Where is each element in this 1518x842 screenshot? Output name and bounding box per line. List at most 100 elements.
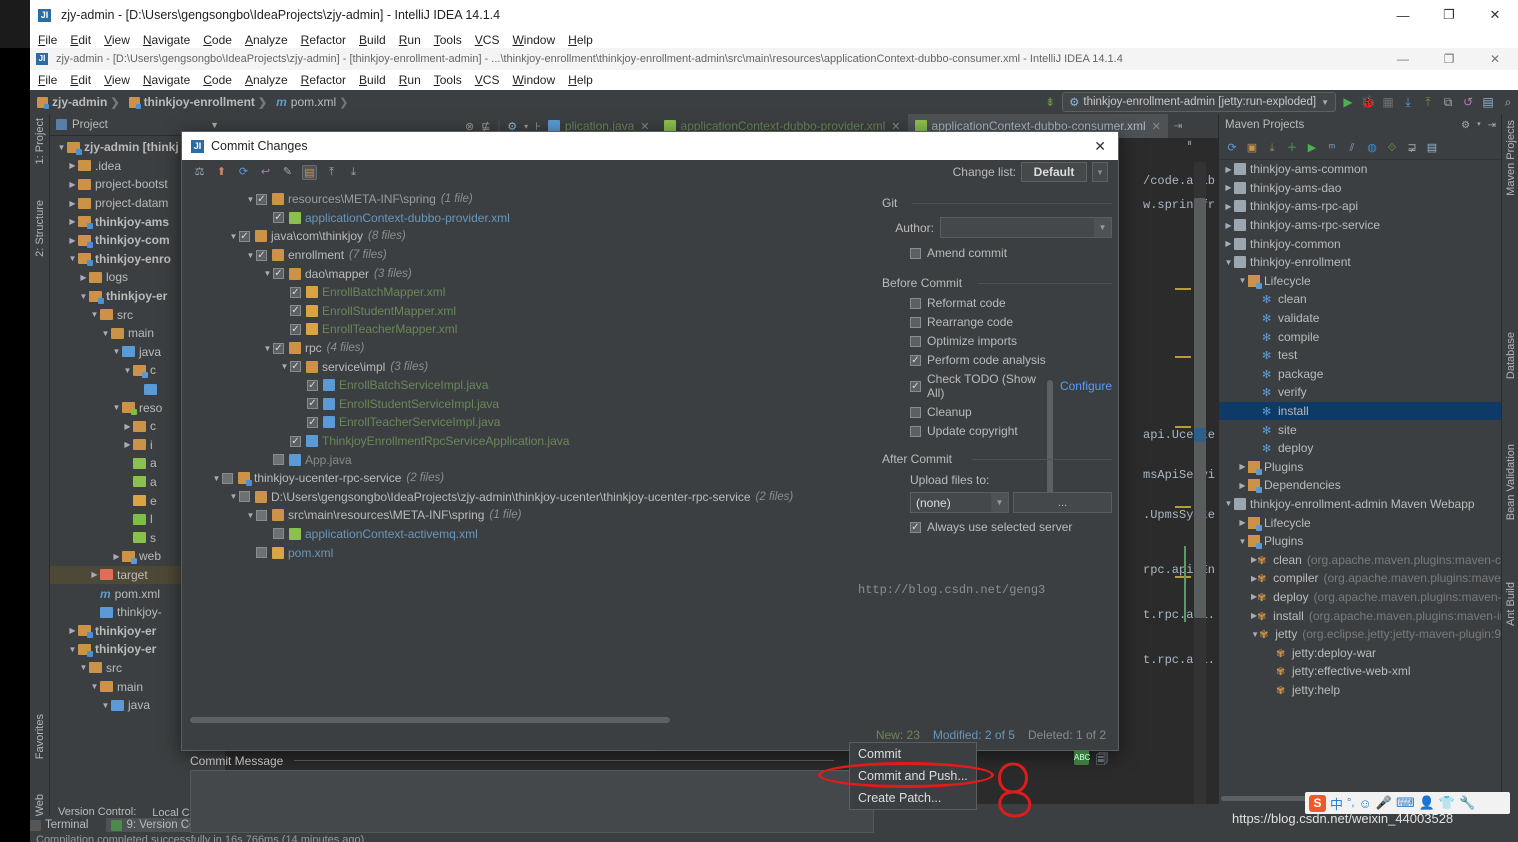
group-by-directory-icon[interactable]: ▤ [302,164,317,180]
maven-tree-row[interactable]: ▼ thinkjoy-enrollment [1219,253,1501,272]
maven-tree-row[interactable]: ✾ jetty:deploy-war [1219,643,1501,662]
maven-tree-row[interactable]: ✻ test [1219,346,1501,365]
change-checkbox[interactable] [307,398,318,410]
tree-expand-arrow[interactable]: ▼ [100,701,111,710]
maven-tree-row[interactable]: ✻ package [1219,365,1501,384]
change-checkbox[interactable] [256,193,267,205]
before-commit-option[interactable]: Perform code analysis [910,353,1112,367]
maven-tree-row[interactable]: ▶ Lifecycle [1219,513,1501,532]
strip-item-database[interactable]: Database [1505,332,1517,379]
before-commit-option[interactable]: Reformat code [910,296,1112,310]
strip-item-maven[interactable]: Maven Projects [1505,120,1517,196]
vcs-update-icon[interactable]: ⤓ [1400,93,1416,111]
chevron-down-icon[interactable]: ▼ [1094,218,1111,237]
add-icon[interactable]: ＋ [1285,141,1299,155]
change-tree-row[interactable]: ▼ service\impl (3 files) [190,357,870,376]
tree-expand-arrow[interactable]: ▼ [67,645,78,654]
ime-mode-icon[interactable]: 中 [1330,794,1343,813]
tree-expand-arrow[interactable]: ▼ [111,403,122,412]
change-checkbox[interactable] [290,323,301,335]
strip-item-ant-build[interactable]: Ant Build [1505,582,1517,626]
tab-overflow-icon[interactable]: ⇥ [1174,121,1182,132]
maven-settings-icon[interactable]: ▤ [1425,141,1439,155]
maven-tree-row[interactable]: ▶ Dependencies [1219,476,1501,495]
maven-tree-row[interactable]: ▶ ✾ clean (org.apache.maven.plugins:maven-c… [1219,550,1501,569]
hide-icon[interactable]: ⇥ [1488,120,1496,131]
menu-item-commit-and-push[interactable]: Commit and Push... [850,765,976,787]
breadcrumb-item-1[interactable]: thinkjoy-enrollment ❯ [126,95,274,109]
change-tree-row[interactable]: App.java [190,450,870,469]
menu-edit[interactable]: Edit [70,73,91,87]
emoji-icon[interactable]: ☺ [1358,796,1371,811]
chevron-down-icon[interactable]: ▼ [1092,162,1108,182]
change-tree-row[interactable]: ▼ D:\Users\gengsongbo\IdeaProjects\zjy-ad… [190,488,870,507]
tree-expand-arrow[interactable]: ▶ [89,570,100,579]
tree-expand-arrow[interactable]: ▼ [228,232,239,241]
change-checkbox[interactable] [256,249,267,261]
change-tree-row[interactable]: EnrollBatchServiceImpl.java [190,376,870,395]
reload-icon[interactable]: ⟳ [1225,141,1239,155]
maven-tree-row[interactable]: ▶ ✾ install (org.apache.maven.plugins:maven… [1219,606,1501,625]
menu-analyze[interactable]: Analyze [245,73,288,87]
collapse-all-icon[interactable]: ⤓ [346,165,361,180]
download-sources-icon[interactable]: ⤓ [1265,141,1279,155]
menu-run[interactable]: Run [399,73,421,87]
keyboard-icon[interactable]: ⌨ [1396,795,1415,811]
tree-expand-arrow[interactable]: ▼ [100,329,111,338]
change-checkbox[interactable] [256,547,267,559]
strip-item-bean-validation[interactable]: Bean Validation [1505,444,1517,520]
maven-tree-row[interactable]: ▶ Plugins [1219,458,1501,477]
tree-expand-arrow[interactable]: ▼ [78,292,89,301]
changes-tree[interactable]: ▼ resources\META-INF\spring (1 file) applic… [190,190,870,720]
refresh-icon[interactable]: ⟳ [236,165,251,180]
tree-expand-arrow[interactable]: ▶ [122,440,133,449]
change-list-value[interactable]: Default [1021,162,1087,182]
menu-build[interactable]: Build [359,73,386,87]
tree-expand-arrow[interactable]: ▶ [1237,518,1248,527]
tree-expand-arrow[interactable]: ▼ [245,511,256,520]
change-checkbox[interactable] [239,230,250,242]
inner-minimize-button[interactable]: — [1380,48,1426,70]
change-checkbox[interactable] [273,268,284,280]
close-button[interactable]: ✕ [1472,0,1518,30]
maven-tree-row[interactable]: ▶ ✾ deploy (org.apache.maven.plugins:maven-… [1219,588,1501,607]
tree-expand-arrow[interactable]: ▶ [67,217,78,226]
run-icon[interactable]: ▶ [1340,93,1356,111]
minimize-button[interactable]: — [1380,0,1426,30]
change-checkbox[interactable] [273,528,284,540]
undo-icon[interactable]: ↺ [1460,93,1476,111]
before-commit-option[interactable]: Optimize imports [910,334,1112,348]
menu-navigate[interactable]: Navigate [143,33,190,47]
chevron-down-icon[interactable]: ▾ [1477,120,1481,131]
menu-tools[interactable]: Tools [434,73,462,87]
strip-item-project[interactable]: 1: Project [34,118,46,164]
editor-scrollbar-thumb[interactable] [1194,198,1206,618]
change-checkbox[interactable] [290,361,301,373]
change-checkbox[interactable] [256,509,267,521]
tree-expand-arrow[interactable]: ▼ [1237,276,1248,285]
commit-dropdown-menu[interactable]: Commit Commit and Push... Create Patch..… [849,742,977,810]
change-tree-row[interactable]: ▼ resources\META-INF\spring (1 file) [190,190,870,209]
strip-item-structure[interactable]: 2: Structure [34,200,46,257]
change-tree-row[interactable]: ▼ thinkjoy-ucenter-rpc-service (2 files) [190,469,870,488]
maven-tree-row[interactable]: ▶ thinkjoy-ams-rpc-service [1219,216,1501,235]
tree-expand-arrow[interactable]: ▼ [228,492,239,501]
configure-link[interactable]: Configure [1060,379,1112,393]
tree-expand-arrow[interactable]: ▶ [1223,165,1234,174]
mic-icon[interactable]: 🎤 [1376,795,1392,811]
before-commit-options[interactable]: Reformat code Rearrange code Optimize impo… [910,296,1112,438]
menu-window[interactable]: Window [512,33,555,47]
maven-tree[interactable]: ▶ thinkjoy-ams-common ▶ thinkjoy-ams-dao ▶ th… [1219,160,1501,800]
menu-item-create-patch[interactable]: Create Patch... [850,787,976,809]
author-input[interactable]: ▼ [940,217,1112,238]
run-configuration-selector[interactable]: ⚙ thinkjoy-enrollment-admin [jetty:run-e… [1062,92,1336,112]
change-checkbox[interactable] [273,342,284,354]
offline-icon[interactable]: ◍ [1365,141,1379,155]
menu-run[interactable]: Run [399,33,421,47]
show-diff-icon[interactable]: ⚖ [192,165,207,180]
change-checkbox[interactable] [273,454,284,466]
menu-tools[interactable]: Tools [434,33,462,47]
change-checkbox[interactable] [239,491,250,503]
execute-goal-icon[interactable]: ᵐ [1325,141,1339,155]
revert-icon[interactable]: ⬆ [214,165,229,180]
